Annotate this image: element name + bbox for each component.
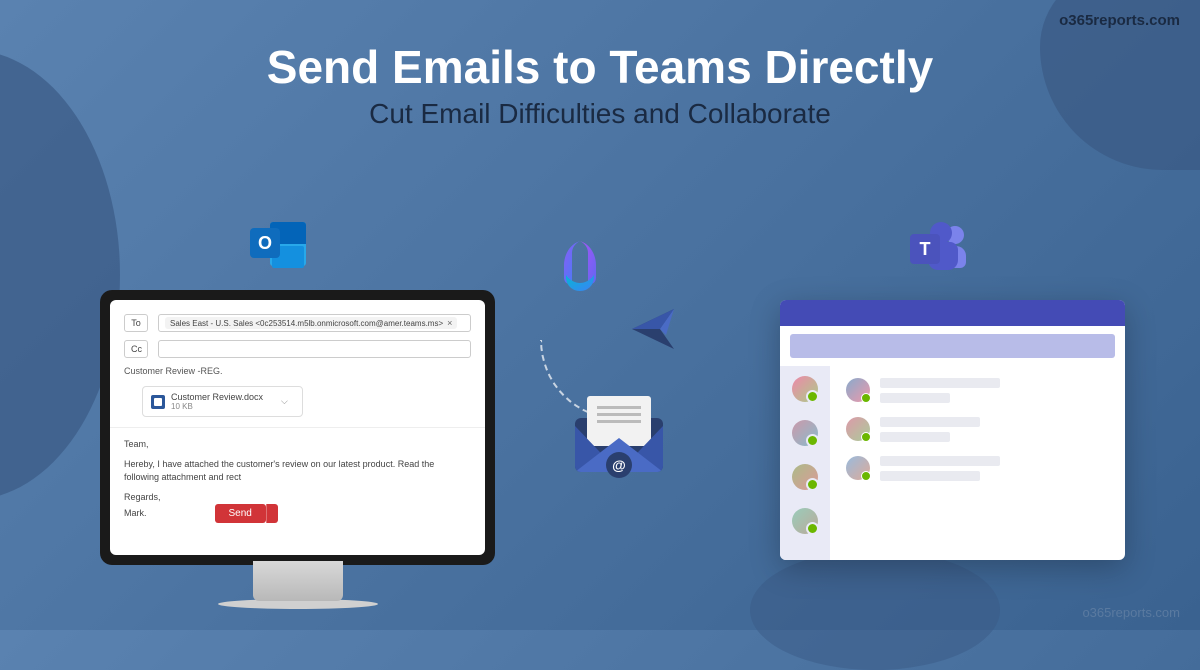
cc-field[interactable] — [158, 340, 471, 358]
rail-avatar[interactable] — [792, 464, 818, 490]
cc-label[interactable]: Cc — [124, 340, 148, 358]
text-placeholder — [880, 432, 950, 442]
chat-message[interactable] — [846, 378, 1109, 403]
teams-toolbar[interactable] — [790, 334, 1115, 358]
teams-letter: T — [910, 234, 940, 264]
body-signoff: Regards, — [124, 491, 471, 505]
chevron-down-icon[interactable]: ⌵ — [281, 396, 288, 407]
body-content[interactable]: Hereby, I have attached the customer's r… — [124, 458, 471, 485]
compose-window: To Sales East - U.S. Sales <0c253514.m5l… — [110, 300, 485, 555]
chat-message[interactable] — [846, 417, 1109, 442]
word-file-icon — [151, 395, 165, 409]
paper-plane-icon — [630, 305, 678, 353]
hero-subtitle: Cut Email Difficulties and Collaborate — [0, 98, 1200, 130]
teams-titlebar — [780, 300, 1125, 326]
teams-chat-content — [830, 366, 1125, 560]
recipient-chip[interactable]: Sales East - U.S. Sales <0c253514.m5lb.o… — [165, 317, 457, 329]
at-symbol-icon: @ — [606, 452, 632, 478]
attachment-name: Customer Review.docx — [171, 392, 263, 402]
outlook-letter: O — [250, 228, 280, 258]
text-placeholder — [880, 378, 1000, 388]
body-greeting[interactable]: Team, — [124, 438, 471, 452]
to-label[interactable]: To — [124, 314, 148, 332]
outlook-icon: O — [250, 218, 306, 274]
to-field[interactable]: Sales East - U.S. Sales <0c253514.m5lb.o… — [158, 314, 471, 332]
brand-watermark-top: o365reports.com — [1059, 12, 1180, 29]
avatar — [846, 456, 870, 480]
decorative-blob-bottom — [750, 550, 1000, 670]
divider — [110, 427, 485, 428]
teams-window — [780, 300, 1125, 560]
teams-icon: T — [910, 220, 966, 276]
attachment-chip[interactable]: Customer Review.docx 10 KB ⌵ — [142, 386, 303, 417]
send-button[interactable]: Send — [215, 504, 266, 523]
brand-watermark-bottom: o365reports.com — [1082, 605, 1180, 620]
rail-avatar[interactable] — [792, 376, 818, 402]
send-split-button[interactable] — [266, 504, 278, 523]
teams-rail — [780, 366, 830, 560]
avatar — [846, 378, 870, 402]
rail-avatar[interactable] — [792, 420, 818, 446]
chat-message[interactable] — [846, 456, 1109, 481]
remove-recipient-icon[interactable]: × — [447, 318, 452, 328]
envelope-icon: @ — [575, 400, 663, 472]
attachment-size: 10 KB — [171, 402, 263, 411]
hero-title: Send Emails to Teams Directly — [0, 40, 1200, 94]
recipient-text: Sales East - U.S. Sales <0c253514.m5lb.o… — [170, 319, 443, 328]
text-placeholder — [880, 417, 980, 427]
text-placeholder — [880, 456, 1000, 466]
text-placeholder — [880, 393, 950, 403]
text-placeholder — [880, 471, 980, 481]
avatar — [846, 417, 870, 441]
rail-avatar[interactable] — [792, 508, 818, 534]
subject-text[interactable]: Customer Review -REG. — [124, 366, 471, 376]
m365-icon — [550, 235, 610, 295]
body-signer: Mark. — [124, 507, 147, 521]
hero-section: Send Emails to Teams Directly Cut Email … — [0, 0, 1200, 130]
outlook-monitor: To Sales East - U.S. Sales <0c253514.m5l… — [100, 290, 495, 565]
